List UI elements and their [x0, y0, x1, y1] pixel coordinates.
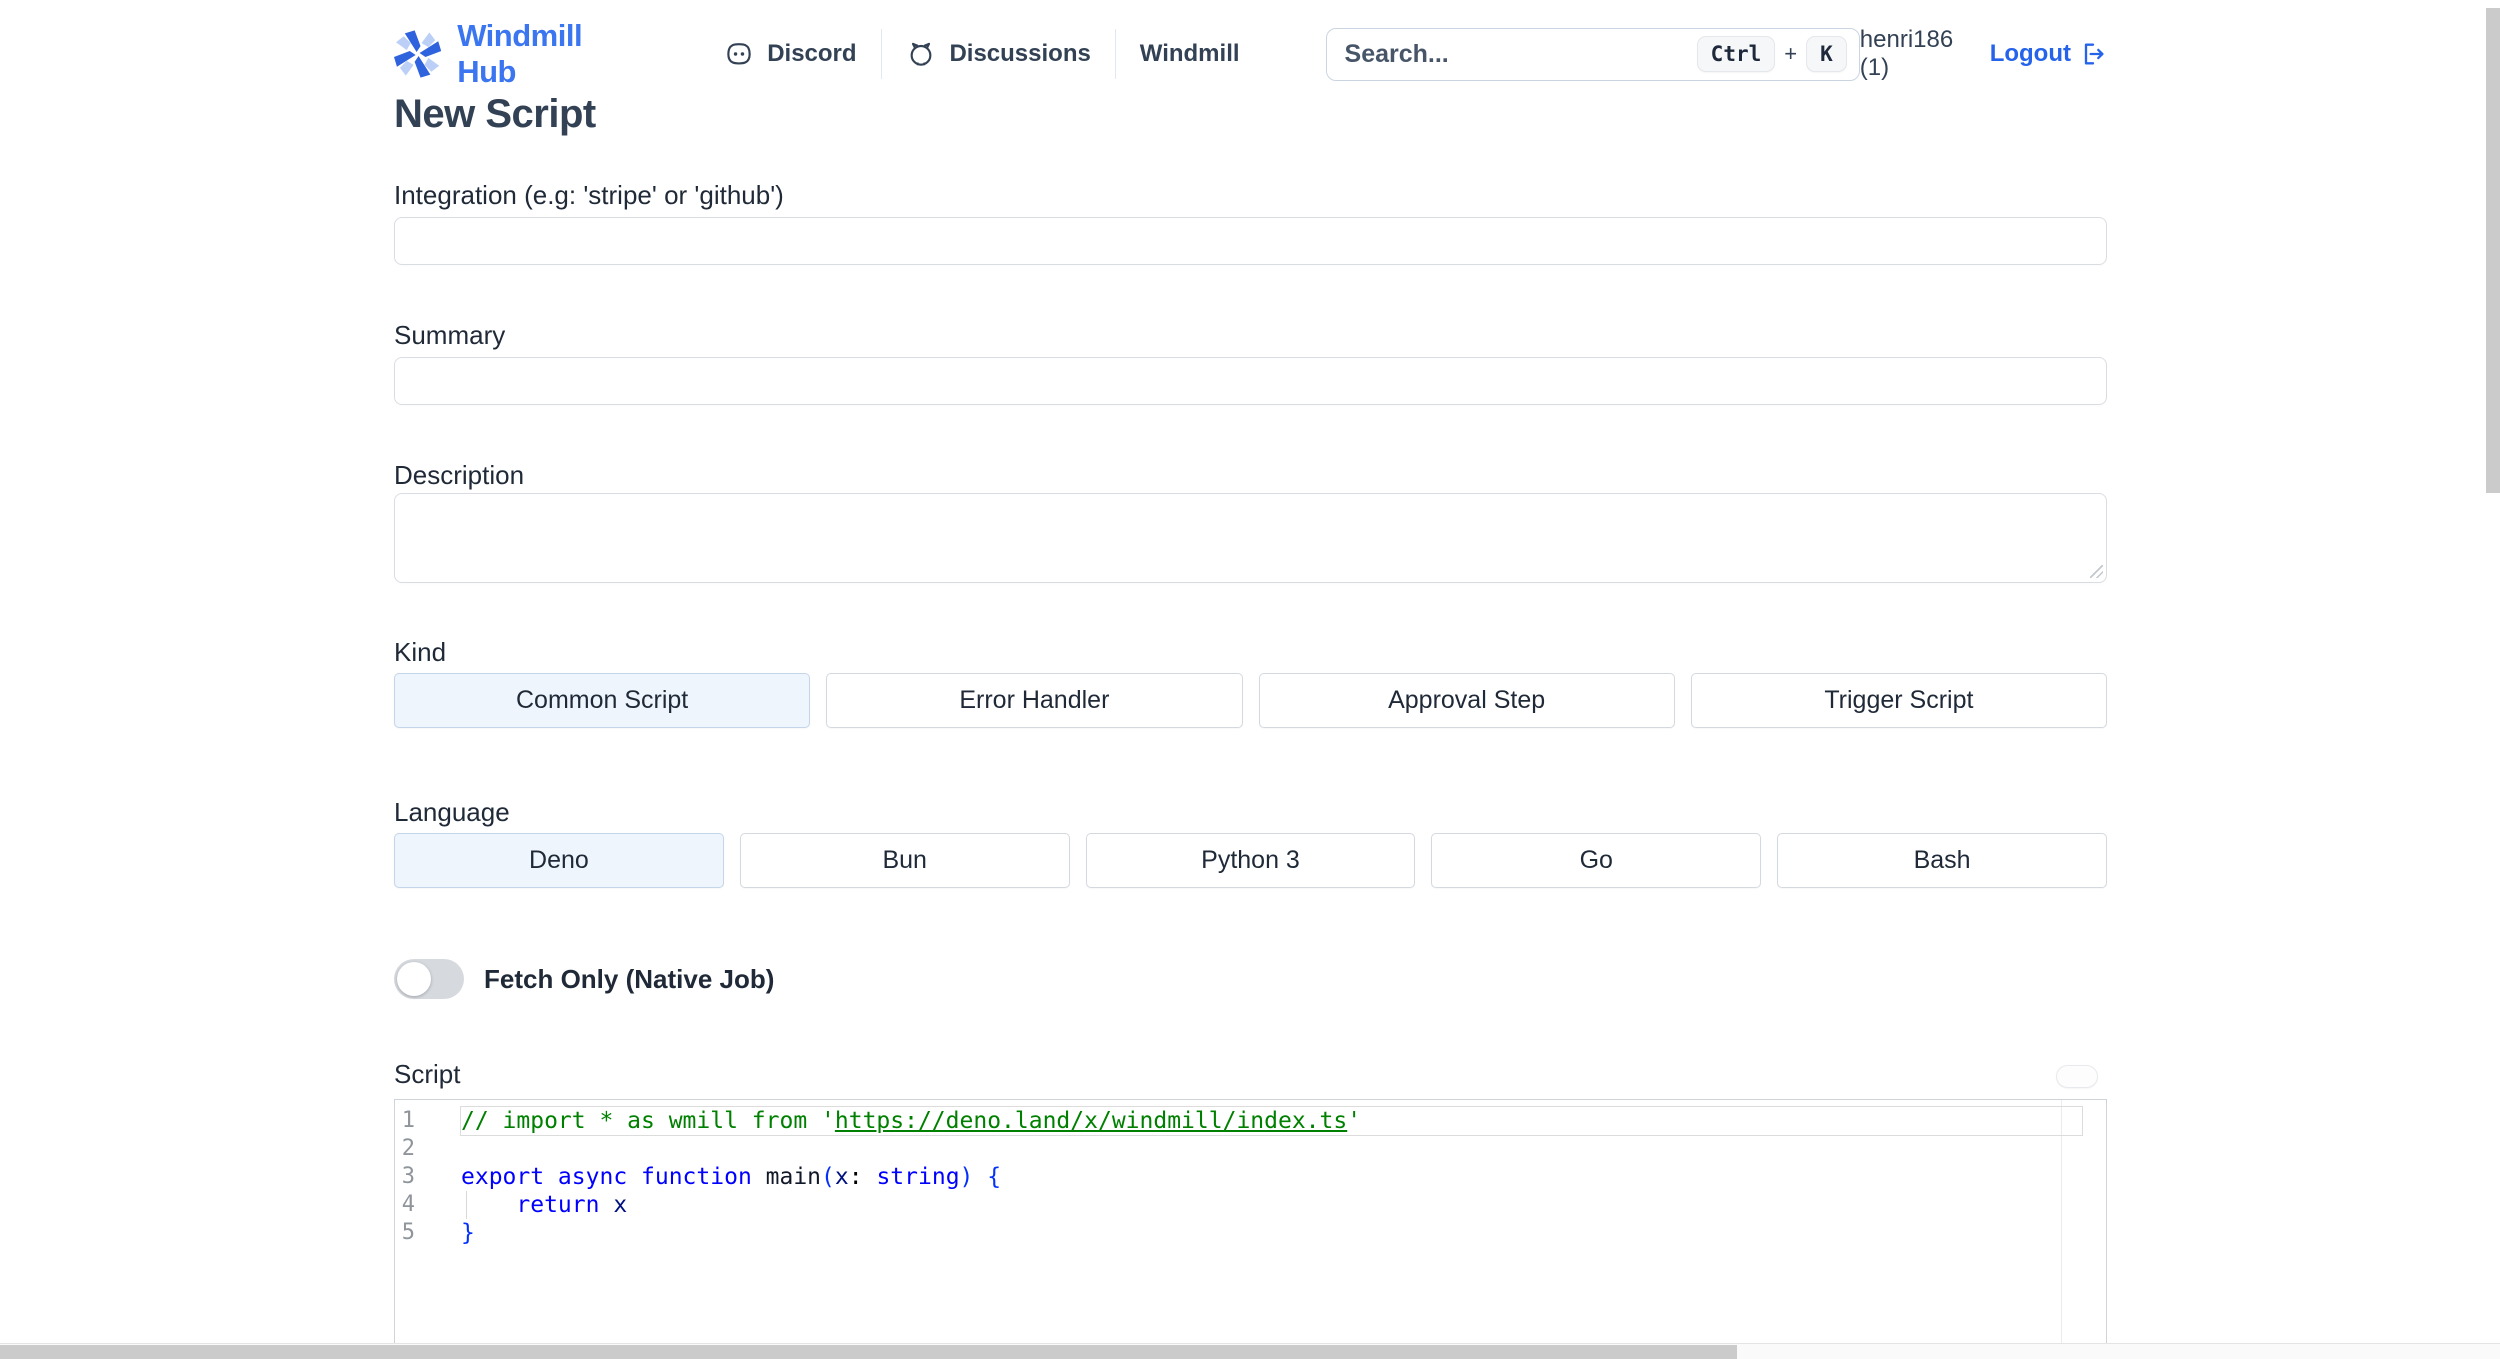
- summary-input[interactable]: [394, 357, 2107, 405]
- search-input[interactable]: [1344, 39, 1697, 69]
- line-number: 1: [401, 1108, 415, 1133]
- code-token: x: [834, 1164, 849, 1190]
- header-right: henri186 (1) Logout: [1860, 26, 2107, 82]
- language-option-bun[interactable]: Bun: [739, 833, 1070, 888]
- language-label: Language: [394, 797, 510, 827]
- description-textarea[interactable]: [394, 493, 2107, 583]
- code-token: export async function: [461, 1164, 766, 1190]
- fetch-only-label: Fetch Only (Native Job): [484, 963, 775, 994]
- code-line[interactable]: 4 return x: [395, 1191, 2106, 1219]
- script-row: Script: [394, 1061, 2107, 1088]
- page-title: New Script: [394, 92, 596, 136]
- search-box[interactable]: Ctrl + K: [1325, 27, 1860, 81]
- code-line[interactable]: 5 }: [395, 1219, 2106, 1247]
- kbd-k: K: [1806, 36, 1847, 72]
- header: Windmill Hub Discord Discussions Windmil…: [0, 0, 2107, 89]
- code-line[interactable]: 1 // import * as wmill from 'https://den…: [395, 1107, 2106, 1135]
- language-options: Deno Bun Python 3 Go Bash: [394, 833, 2107, 888]
- code-token: string: [876, 1164, 960, 1190]
- windmill-logo-icon: [394, 30, 442, 78]
- nav-divider: [1114, 29, 1116, 79]
- integration-label: Integration (e.g: 'stripe' or 'github'): [394, 180, 784, 210]
- line-number: 2: [401, 1136, 415, 1161]
- code-token-link[interactable]: https://deno.land/x/windmill/index.ts: [835, 1108, 1347, 1134]
- fetch-only-row: Fetch Only (Native Job): [394, 959, 2107, 999]
- nav-discord-label: Discord: [767, 40, 857, 67]
- code-token: ): [959, 1164, 988, 1190]
- code-line-content: export async function main(x: string) {: [461, 1163, 2082, 1191]
- github-icon: [911, 42, 932, 66]
- integration-input[interactable]: [394, 217, 2107, 265]
- code-line[interactable]: 2: [395, 1135, 2106, 1163]
- language-option-deno[interactable]: Deno: [394, 833, 724, 888]
- main-content: New Script Integration (e.g: 'stripe' or…: [394, 92, 2107, 1359]
- nav-discussions-label: Discussions: [949, 40, 1091, 67]
- code-line-content: [461, 1135, 2082, 1163]
- kind-option-common-script[interactable]: Common Script: [394, 673, 811, 728]
- nav-divider: [880, 29, 882, 79]
- code-token: return: [516, 1192, 600, 1218]
- horizontal-scrollbar[interactable]: [0, 1343, 2500, 1359]
- code-line-content: }: [461, 1219, 2082, 1247]
- logout-icon: [2084, 43, 2104, 65]
- kbd-separator: +: [1784, 41, 1798, 66]
- code-token: (: [821, 1164, 835, 1190]
- code-line-content: return x: [461, 1191, 2082, 1219]
- horizontal-scrollbar-thumb[interactable]: [0, 1345, 1737, 1359]
- nav-discussions[interactable]: Discussions: [905, 38, 1091, 70]
- code-token: }: [461, 1220, 475, 1246]
- language-option-bash[interactable]: Bash: [1777, 833, 2107, 888]
- nav-windmill[interactable]: Windmill: [1140, 40, 1240, 68]
- language-option-python3[interactable]: Python 3: [1085, 833, 1416, 888]
- kind-option-trigger-script[interactable]: Trigger Script: [1690, 673, 2107, 728]
- user-name: henri186 (1): [1859, 26, 1954, 81]
- script-label: Script: [394, 1059, 461, 1089]
- code-token: :: [848, 1164, 877, 1190]
- kind-options: Common Script Error Handler Approval Ste…: [394, 673, 2107, 728]
- vertical-scrollbar-thumb[interactable]: [2486, 8, 2500, 493]
- code-line[interactable]: 3 export async function main(x: string) …: [395, 1163, 2106, 1191]
- line-number: 5: [401, 1220, 415, 1245]
- page: Windmill Hub Discord Discussions Windmil…: [0, 0, 2500, 1359]
- code-token: // import * as wmill from ': [461, 1108, 835, 1134]
- kind-label: Kind: [394, 637, 447, 667]
- code-token: x: [599, 1192, 628, 1218]
- line-number: 3: [401, 1164, 415, 1189]
- vertical-scrollbar[interactable]: [2485, 0, 2500, 1359]
- brand[interactable]: Windmill Hub: [394, 18, 631, 90]
- kind-option-error-handler[interactable]: Error Handler: [826, 673, 1243, 728]
- logout-link[interactable]: Logout: [1990, 40, 2107, 68]
- description-label: Description: [394, 460, 525, 490]
- fetch-only-toggle[interactable]: [394, 959, 464, 999]
- code-token: ': [1347, 1108, 1362, 1134]
- kind-option-approval-step[interactable]: Approval Step: [1258, 673, 1675, 728]
- kbd-ctrl: Ctrl: [1696, 36, 1776, 72]
- code-token: main: [765, 1164, 822, 1190]
- logout-label: Logout: [1989, 40, 2071, 67]
- brand-title[interactable]: Windmill Hub: [457, 18, 631, 90]
- line-number: 4: [401, 1192, 415, 1217]
- code-line-content: // import * as wmill from 'https://deno.…: [461, 1107, 2082, 1135]
- editor-options-pill[interactable]: [2056, 1065, 2098, 1088]
- code-token: {: [987, 1164, 1002, 1190]
- indent-guide: [466, 1191, 467, 1219]
- resize-handle-icon[interactable]: [2090, 565, 2103, 578]
- discord-icon: [727, 43, 751, 65]
- script-editor[interactable]: 1 // import * as wmill from 'https://den…: [394, 1099, 2107, 1359]
- language-option-go[interactable]: Go: [1431, 833, 1762, 888]
- nav-discord[interactable]: Discord: [723, 38, 857, 70]
- nav-windmill-label: Windmill: [1139, 40, 1240, 67]
- summary-label: Summary: [394, 320, 506, 350]
- toggle-knob: [397, 962, 431, 996]
